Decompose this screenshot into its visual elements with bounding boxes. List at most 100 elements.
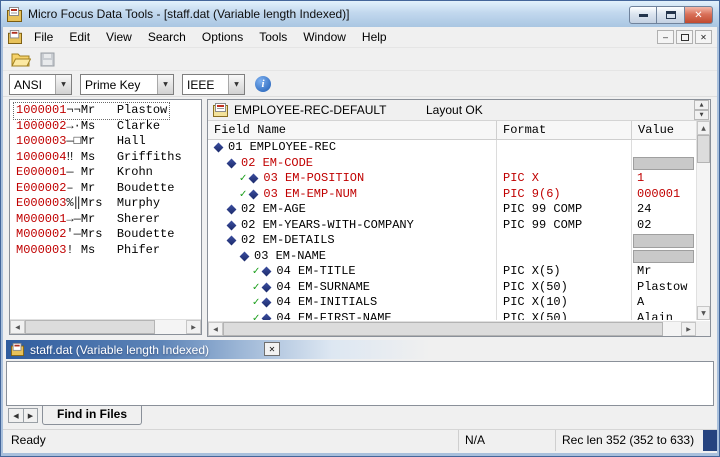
charset-combo[interactable]: ANSI ▼	[9, 74, 72, 95]
info-button[interactable]: i	[255, 76, 271, 92]
field-row[interactable]: ✓03 EM-POSITIONPIC X1	[208, 171, 696, 187]
resize-grip[interactable]	[703, 430, 717, 451]
field-value[interactable]	[632, 156, 696, 172]
scroll-left-button[interactable]: ◀	[10, 320, 25, 334]
record-row[interactable]: E000003%‖Mrs Murphy	[14, 196, 162, 212]
docked-pane-title: staff.dat (Variable length Indexed)	[30, 343, 209, 357]
grid-vscrollbar[interactable]: ▲ ▼	[696, 121, 710, 320]
scroll-right-button[interactable]: ▶	[681, 322, 696, 336]
field-value[interactable]: Plastow	[632, 280, 696, 296]
menu-options[interactable]: Options	[194, 28, 251, 46]
field-row[interactable]: 02 EM-YEARS-WITH-COMPANYPIC 99 COMP02	[208, 218, 696, 234]
mdi-document-icon[interactable]	[8, 30, 22, 44]
field-row[interactable]: 01 EMPLOYEE-REC	[208, 140, 696, 156]
grid-hscrollbar[interactable]: ◀ ▶	[208, 321, 696, 336]
menu-view[interactable]: View	[98, 28, 140, 46]
minimize-button[interactable]	[629, 6, 657, 24]
field-row[interactable]: ✓04 EM-TITLEPIC X(5)Mr	[208, 264, 696, 280]
record-row[interactable]: E000001— Mr Krohn	[14, 165, 155, 181]
record-spin-up-button[interactable]: ▲	[694, 100, 709, 110]
layout-grid-body: 01 EMPLOYEE-REC02 EM-CODE✓03 EM-POSITION…	[208, 140, 696, 320]
charset-combo-value: ANSI	[10, 75, 55, 94]
field-value[interactable]: 02	[632, 218, 696, 234]
hscrollbar-thumb[interactable]	[223, 322, 663, 336]
status-position: N/A	[458, 430, 555, 451]
scroll-up-button[interactable]: ▲	[697, 121, 710, 135]
field-value[interactable]	[632, 233, 696, 249]
menu-window[interactable]: Window	[295, 28, 354, 46]
field-row[interactable]: 02 EM-CODE	[208, 156, 696, 172]
docked-pane-caption[interactable]: staff.dat (Variable length Indexed) ✕	[6, 340, 714, 359]
tab-scroll-arrows: ◀ ▶	[8, 408, 38, 423]
field-value[interactable]: 24	[632, 202, 696, 218]
field-row[interactable]: 02 EM-DETAILS	[208, 233, 696, 249]
field-format	[497, 140, 632, 156]
field-row[interactable]: ✓03 EM-EMP-NUMPIC 9(6)000001	[208, 187, 696, 203]
field-row[interactable]: ✓04 EM-SURNAMEPIC X(50)Plastow	[208, 280, 696, 296]
scroll-left-button[interactable]: ◀	[208, 322, 223, 336]
field-value[interactable]	[632, 140, 696, 156]
record-list-hscrollbar[interactable]: ◀ ▶	[10, 319, 201, 334]
title-bar[interactable]: Micro Focus Data Tools - [staff.dat (Var…	[1, 1, 719, 27]
field-row[interactable]: ✓04 EM-FIRST-NAMEPIC X(50)Alain	[208, 311, 696, 321]
field-value[interactable]: Alain	[632, 311, 696, 321]
record-row[interactable]: 1000002→·Ms Clarke	[14, 119, 162, 135]
record-row[interactable]: 1000001¬¬Mr Plastow	[14, 103, 169, 119]
tab-scroll-left-button[interactable]: ◀	[9, 409, 23, 422]
key-combo[interactable]: Prime Key ▼	[80, 74, 174, 95]
record-row[interactable]: M000003! Ms Phifer	[14, 243, 162, 259]
chevron-down-icon[interactable]: ▼	[55, 75, 71, 94]
bottom-tab-row: ◀ ▶ Find in Files	[6, 406, 714, 428]
hscrollbar-thumb[interactable]	[25, 320, 155, 334]
menu-tools[interactable]: Tools	[251, 28, 295, 46]
column-header-field-name[interactable]: Field Name	[208, 121, 497, 139]
column-header-format[interactable]: Format	[497, 121, 632, 139]
chevron-down-icon[interactable]: ▼	[157, 75, 173, 94]
menu-edit[interactable]: Edit	[61, 28, 98, 46]
field-value[interactable]	[632, 249, 696, 265]
menu-help[interactable]: Help	[354, 28, 395, 46]
group-value-box	[633, 234, 694, 248]
field-row[interactable]: ✓04 EM-INITIALSPIC X(10)A	[208, 295, 696, 311]
check-icon: ✓	[252, 311, 260, 321]
record-row[interactable]: M000002'—Mrs Boudette	[14, 227, 176, 243]
column-header-value[interactable]: Value	[632, 121, 696, 139]
record-row[interactable]: M000001→—Mr Sherer	[14, 212, 162, 228]
chevron-down-icon[interactable]: ▼	[228, 75, 244, 94]
close-button[interactable]: ✕	[685, 6, 713, 24]
field-value[interactable]: 1	[632, 171, 696, 187]
field-diamond-icon	[227, 236, 237, 246]
float-format-combo-value: IEEE	[183, 75, 228, 94]
mdi-restore-button[interactable]	[676, 30, 693, 44]
record-spin-down-button[interactable]: ▼	[694, 110, 709, 120]
open-button[interactable]	[7, 49, 34, 69]
scroll-right-button[interactable]: ▶	[186, 320, 201, 334]
scroll-up-icon: ▲	[701, 125, 706, 132]
tab-find-in-files[interactable]: Find in Files	[42, 406, 142, 425]
mdi-close-button[interactable]: ✕	[695, 30, 712, 44]
maximize-button[interactable]	[657, 6, 685, 24]
tab-scroll-right-button[interactable]: ▶	[23, 409, 37, 422]
record-row[interactable]: 1000004‼ Ms Griffiths	[14, 150, 184, 166]
docked-pane-close-button[interactable]: ✕	[264, 342, 280, 356]
float-format-combo[interactable]: IEEE ▼	[182, 74, 245, 95]
menu-file[interactable]: File	[26, 28, 61, 46]
menu-search[interactable]: Search	[140, 28, 194, 46]
field-value[interactable]: Mr	[632, 264, 696, 280]
scroll-down-button[interactable]: ▼	[697, 306, 710, 320]
field-value[interactable]: A	[632, 295, 696, 311]
find-results-pane[interactable]	[6, 361, 714, 406]
record-row[interactable]: 1000003—□Mr Hall	[14, 134, 148, 150]
field-name: 02 EM-DETAILS	[241, 233, 335, 249]
field-name: 03 EM-EMP-NUM	[263, 187, 357, 203]
field-value[interactable]: 000001	[632, 187, 696, 203]
field-row[interactable]: 03 EM-NAME	[208, 249, 696, 265]
vscrollbar-thumb[interactable]	[697, 135, 710, 163]
record-row[interactable]: E000002– Mr Boudette	[14, 181, 176, 197]
save-button[interactable]	[34, 49, 61, 69]
mdi-minimize-button[interactable]: –	[657, 30, 674, 44]
mdi-restore-icon	[681, 34, 689, 41]
field-diamond-icon	[240, 251, 250, 261]
field-row[interactable]: 02 EM-AGEPIC 99 COMP24	[208, 202, 696, 218]
scrollbar-corner	[696, 321, 710, 336]
